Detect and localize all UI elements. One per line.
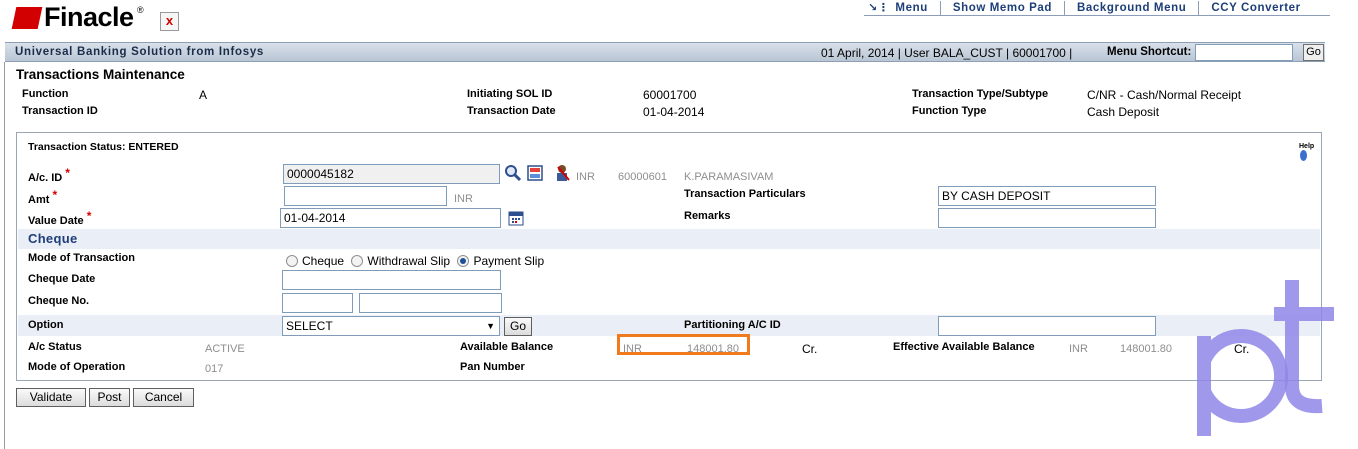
radio-payment-slip[interactable] <box>457 255 470 267</box>
option-selected-value: SELECT <box>286 319 333 333</box>
account-id-label-text: A/c. ID <box>28 172 63 184</box>
effective-balance-currency: INR <box>1069 343 1088 355</box>
ccy-converter-link[interactable]: CCY Converter <box>1198 1 1312 15</box>
menu-shortcut-label: Menu Shortcut: <box>1107 46 1192 58</box>
account-status-label: A/c Status <box>28 341 82 353</box>
mode-of-operation-label: Mode of Operation <box>28 361 126 373</box>
value-date-input[interactable]: 01-04-2014 <box>280 208 501 228</box>
balance-highlight-box <box>617 334 750 355</box>
radio-withdrawal-slip[interactable] <box>351 255 364 267</box>
remarks-label: Remarks <box>684 210 731 222</box>
remarks-input[interactable] <box>938 208 1156 228</box>
mode-option-cheque[interactable]: Cheque <box>286 254 344 268</box>
banner-bar: Universal Banking Solution from Infosys … <box>5 42 1325 62</box>
transaction-particulars-input[interactable]: BY CASH DEPOSIT <box>938 186 1156 206</box>
mode-option-payment-slip-label: Payment Slip <box>473 254 545 268</box>
help-button[interactable]: Help <box>1299 143 1321 161</box>
cheque-section-title: Cheque <box>28 231 78 246</box>
search-icon[interactable] <box>504 164 522 182</box>
radio-cheque[interactable] <box>286 255 298 267</box>
effective-available-balance-label: Effective Available Balance <box>893 341 1035 353</box>
account-details-icon[interactable] <box>527 165 543 181</box>
available-balance-label: Available Balance <box>460 341 554 353</box>
required-marker: * <box>65 166 70 180</box>
transaction-id-label: Transaction ID <box>22 105 98 117</box>
function-type-value: Cash Deposit <box>1087 105 1160 119</box>
account-currency: INR <box>576 171 595 183</box>
banner-title: Universal Banking Solution from Infosys <box>15 46 265 58</box>
mode-option-withdrawal-slip-label: Withdrawal Slip <box>367 254 451 268</box>
amount-label-text: Amt <box>28 194 50 206</box>
effective-balance-value: 148001.80 <box>1120 343 1172 355</box>
amount-input[interactable] <box>284 186 447 206</box>
left-divider <box>4 62 5 449</box>
transaction-date-value: 01-04-2014 <box>643 105 705 119</box>
transaction-date-label: Transaction Date <box>467 105 556 117</box>
close-icon[interactable]: x <box>160 12 179 31</box>
partitioning-account-label: Partitioning A/C ID <box>684 319 781 331</box>
menu-shortcut-go-button[interactable]: Go <box>1303 44 1324 61</box>
arrow-down-right-icon: ↘⋮ <box>868 2 890 14</box>
mode-of-operation-value: 017 <box>205 363 224 375</box>
available-balance-cr-dr: Cr. <box>802 342 818 356</box>
mode-option-payment-slip[interactable]: Payment Slip <box>457 254 544 268</box>
transaction-particulars-label: Transaction Particulars <box>684 188 806 200</box>
cheque-section-header: Cheque <box>18 229 1320 249</box>
pan-number-label: Pan Number <box>460 361 525 373</box>
mode-of-transaction-radio-group: Cheque Withdrawal Slip Payment Slip <box>286 254 544 268</box>
account-name: K.PARAMASIVAM <box>684 171 774 183</box>
partitioning-account-input[interactable] <box>938 316 1156 336</box>
value-date-label: Value Date * <box>28 209 91 227</box>
initiating-sol-value: 60001700 <box>643 88 697 102</box>
initiating-sol-label: Initiating SOL ID <box>467 88 553 100</box>
account-status-value: ACTIVE <box>205 343 245 355</box>
cheque-date-label: Cheque Date <box>28 273 96 285</box>
background-menu-link[interactable]: Background Menu <box>1064 1 1198 15</box>
mode-option-cheque-label: Cheque <box>302 254 345 268</box>
cheque-date-input[interactable] <box>282 270 501 290</box>
menu-link-label: Menu <box>895 2 928 14</box>
signature-view-icon[interactable] <box>555 164 571 182</box>
amount-label: Amt * <box>28 188 57 206</box>
help-icon <box>1300 150 1307 161</box>
function-type-label: Function Type <box>912 105 987 117</box>
session-info: 01 April, 2014 | User BALA_CUST | 600017… <box>821 46 1073 60</box>
pt-watermark-logo <box>1184 276 1334 436</box>
cheque-number-input[interactable] <box>359 293 502 313</box>
dropdown-arrow-icon: ▼ <box>486 321 495 331</box>
transaction-type-label: Transaction Type/Subtype <box>912 88 1049 100</box>
top-links-bar: ↘⋮ Menu Show Memo Pad Background Menu CCY Co… <box>864 0 1313 16</box>
calendar-icon[interactable] <box>508 210 524 226</box>
finacle-logo-mark <box>11 7 43 29</box>
option-select[interactable]: SELECT ▼ <box>282 316 500 336</box>
amount-currency: INR <box>454 193 473 205</box>
top-links-divider <box>864 15 1330 16</box>
transaction-status: Transaction Status: ENTERED <box>28 141 179 153</box>
cheque-number-label: Cheque No. <box>28 295 90 307</box>
page-title: Transactions Maintenance <box>16 67 185 82</box>
required-marker: * <box>86 209 92 223</box>
validate-button[interactable]: Validate <box>16 388 86 407</box>
menu-shortcut-input[interactable] <box>1195 44 1293 61</box>
menu-link[interactable]: ↘⋮ Menu <box>864 1 940 15</box>
value-date-label-text: Value Date <box>28 215 84 227</box>
option-go-button[interactable]: Go <box>504 317 532 336</box>
account-id-input[interactable]: 0000045182 <box>283 164 500 184</box>
account-sol: 60000601 <box>618 171 667 183</box>
finacle-logo-text: Finacle <box>44 2 134 32</box>
cancel-button[interactable]: Cancel <box>133 388 194 407</box>
help-label: Help <box>1299 143 1315 150</box>
post-button[interactable]: Post <box>89 388 130 407</box>
mode-option-withdrawal-slip[interactable]: Withdrawal Slip <box>351 254 450 268</box>
registered-mark: ® <box>137 5 144 15</box>
function-label: Function <box>22 88 69 100</box>
mode-of-transaction-label: Mode of Transaction <box>28 252 135 264</box>
function-value: A <box>199 88 208 102</box>
option-label: Option <box>28 319 64 331</box>
transaction-type-value: C/NR - Cash/Normal Receipt <box>1087 88 1242 102</box>
cheque-number-prefix-input[interactable] <box>282 293 353 313</box>
account-id-label: A/c. ID * <box>28 166 70 184</box>
show-memo-pad-link[interactable]: Show Memo Pad <box>939 1 1064 15</box>
required-marker: * <box>52 188 58 202</box>
